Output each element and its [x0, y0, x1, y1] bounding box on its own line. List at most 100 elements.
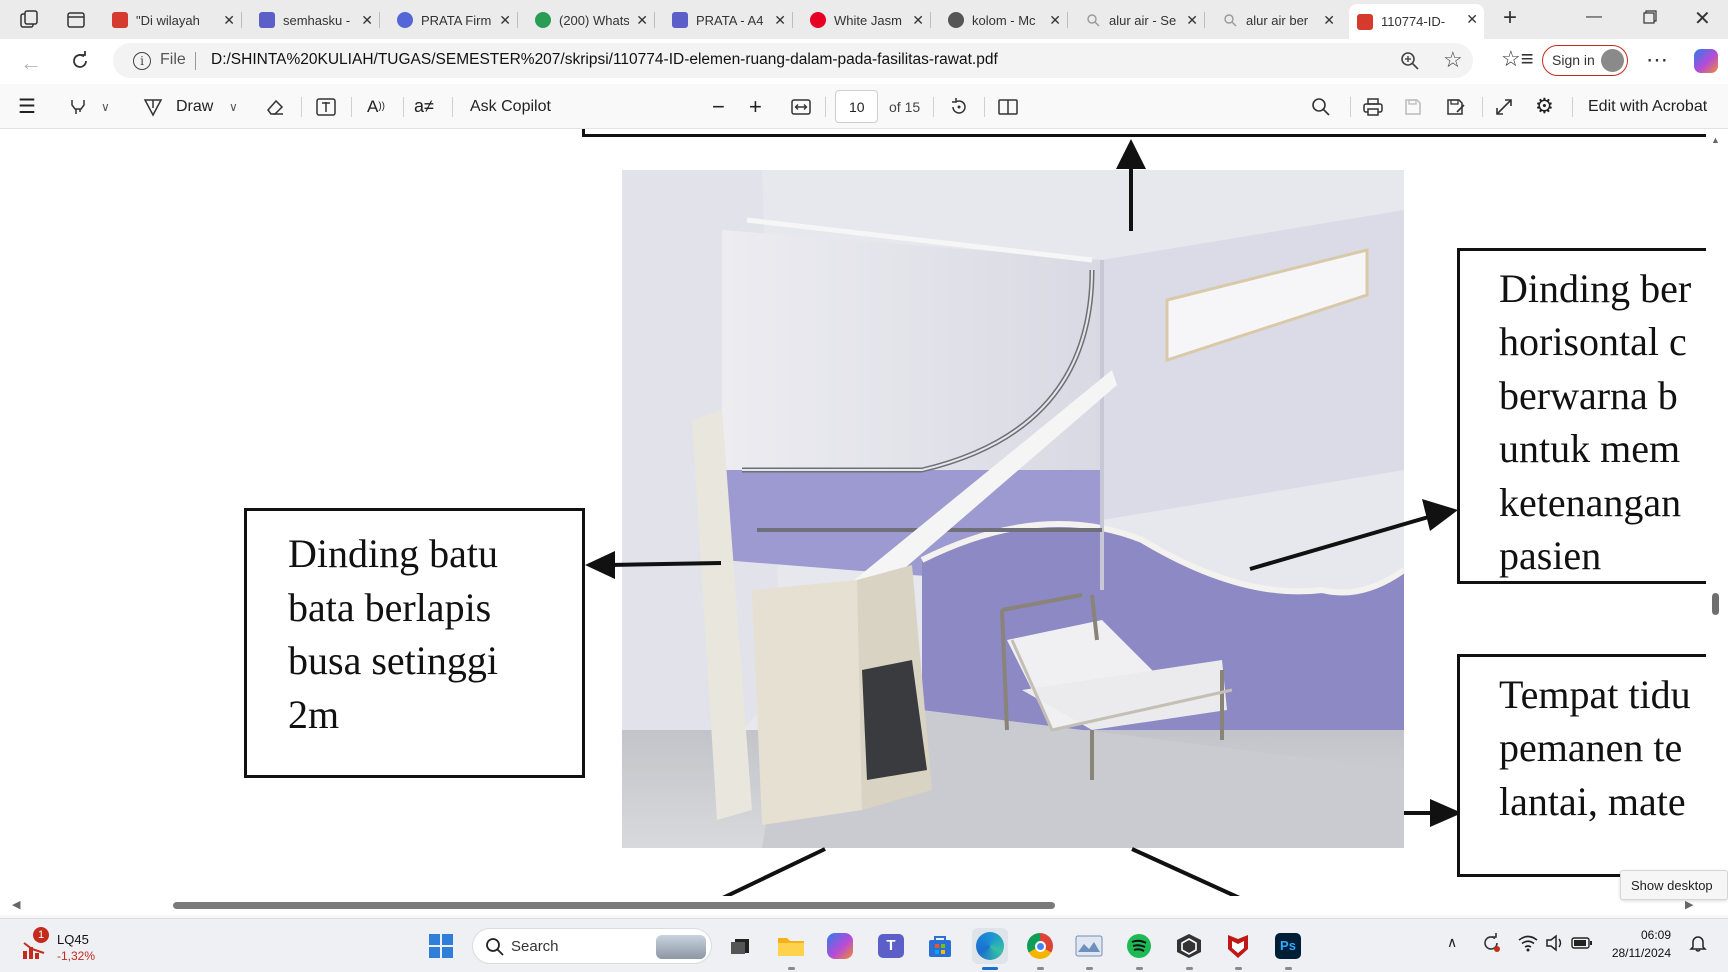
read-aloud-icon[interactable]: A)): [367, 84, 385, 129]
teams-icon[interactable]: T: [873, 928, 909, 964]
mcafee-icon[interactable]: [1220, 928, 1256, 970]
printer-icon: [672, 12, 688, 28]
clock-date[interactable]: 28/11/2024: [1600, 946, 1671, 960]
photos-app-icon[interactable]: [1071, 928, 1107, 970]
close-tab-icon[interactable]: ✕: [636, 12, 648, 29]
close-tab-icon[interactable]: ✕: [912, 12, 924, 29]
tooltip-text: Show desktop: [1631, 878, 1713, 893]
wifi-icon[interactable]: [1518, 934, 1538, 952]
right-annotation-box-1: Dinding ber horisontal c berwarna b untu…: [1457, 248, 1728, 584]
vertical-scroll-thumb[interactable]: [1712, 593, 1719, 615]
favorite-star-icon[interactable]: ☆: [1443, 47, 1463, 73]
battery-icon[interactable]: [1571, 936, 1593, 950]
tab-7[interactable]: kolom - Mc ✕: [940, 5, 1067, 35]
minimize-button[interactable]: —: [1586, 8, 1602, 26]
zoom-icon[interactable]: [1400, 51, 1420, 71]
url-field[interactable]: i File D:/SHINTA%20KULIAH/TUGAS/SEMESTER…: [113, 43, 1473, 78]
sign-in-button[interactable]: Sign in: [1542, 45, 1628, 76]
highlight-dropdown-icon[interactable]: ∨: [101, 84, 110, 129]
copilot-icon[interactable]: [1694, 49, 1718, 73]
spotify-icon[interactable]: [1121, 928, 1157, 970]
favorites-icon[interactable]: ☆≡: [1501, 46, 1534, 72]
edge-browser-icon[interactable]: [972, 928, 1008, 970]
tab-6[interactable]: White Jasm ✕: [802, 5, 930, 35]
draw-icon[interactable]: [142, 84, 164, 129]
refresh-icon[interactable]: [69, 50, 91, 72]
save-as-icon[interactable]: [1445, 84, 1467, 129]
scroll-up-icon[interactable]: ▲: [1711, 135, 1720, 145]
more-options-icon[interactable]: ⋯: [1646, 47, 1669, 73]
tab-4[interactable]: (200) Whats ✕: [527, 5, 654, 35]
notification-bell-icon[interactable]: [1688, 933, 1708, 953]
close-tab-icon[interactable]: ✕: [1466, 11, 1478, 28]
close-tab-icon[interactable]: ✕: [361, 12, 373, 29]
left-box-line-4: 2m: [288, 692, 340, 737]
clock-time[interactable]: 06:09: [1613, 928, 1671, 942]
scroll-left-icon[interactable]: ◀: [12, 898, 20, 911]
url-text[interactable]: D:/SHINTA%20KULIAH/TUGAS/SEMESTER%207/sk…: [211, 51, 998, 69]
show-hidden-icons-icon[interactable]: ∧: [1447, 934, 1457, 951]
fit-width-icon[interactable]: [790, 84, 812, 129]
zoom-out-icon[interactable]: −: [712, 84, 725, 129]
tab-actions-icon[interactable]: [65, 9, 87, 31]
tab-title: White Jasm: [834, 12, 902, 28]
taskbar-search-box[interactable]: Search: [472, 928, 712, 964]
tab-8[interactable]: alur air - Se ✕: [1077, 5, 1204, 35]
sync-icon[interactable]: [1480, 932, 1502, 954]
vertical-scrollbar[interactable]: ▲: [1706, 129, 1728, 901]
restore-button[interactable]: [1643, 10, 1657, 24]
settings-gear-icon[interactable]: ⚙: [1535, 84, 1554, 129]
tab-5[interactable]: PRATA - A4 ✕: [664, 5, 792, 35]
store-icon[interactable]: [922, 928, 958, 964]
tab-3[interactable]: PRATA Firm ✕: [389, 5, 517, 35]
eraser-icon[interactable]: [264, 84, 286, 129]
back-icon[interactable]: ←: [20, 50, 42, 76]
translate-icon[interactable]: a≠: [414, 84, 434, 129]
edit-with-acrobat-button[interactable]: Edit with Acrobat: [1588, 84, 1707, 129]
page-number-input[interactable]: 10: [835, 90, 878, 123]
close-tab-icon[interactable]: ✕: [1186, 12, 1198, 29]
pdf-toolbar: ☰ ∨ Draw ∨ A)) a≠ Ask Copilot − + 10 of …: [0, 84, 1728, 129]
close-tab-icon[interactable]: ✕: [1049, 12, 1061, 29]
sketchup-icon[interactable]: [1171, 928, 1207, 970]
volume-icon[interactable]: [1545, 934, 1565, 952]
file-explorer-icon[interactable]: [773, 928, 809, 970]
rotate-icon[interactable]: [948, 84, 970, 129]
draw-dropdown-icon[interactable]: ∨: [229, 84, 238, 129]
close-tab-icon[interactable]: ✕: [1323, 12, 1335, 29]
workspaces-icon[interactable]: [18, 9, 40, 31]
photoshop-icon[interactable]: Ps: [1270, 928, 1306, 970]
stock-change: -1,32%: [57, 949, 96, 963]
tab-10[interactable]: 110774-ID- ✕: [1349, 4, 1484, 39]
close-window-button[interactable]: ✕: [1694, 6, 1711, 31]
horizontal-scrollbar[interactable]: ◀ ▶: [0, 896, 1706, 915]
horizontal-scroll-thumb[interactable]: [173, 902, 1055, 909]
close-tab-icon[interactable]: ✕: [223, 12, 235, 29]
pdf-viewer[interactable]: Dinding batu bata berlapis busa setinggi…: [0, 129, 1728, 915]
ask-copilot-button[interactable]: Ask Copilot: [470, 84, 551, 129]
page-view-icon[interactable]: [997, 84, 1019, 129]
chrome-icon[interactable]: [1022, 928, 1058, 970]
new-tab-button[interactable]: +: [1497, 6, 1523, 32]
info-icon[interactable]: i: [133, 52, 151, 70]
save-icon[interactable]: [1403, 84, 1423, 129]
tab-9[interactable]: alur air ber ✕: [1214, 5, 1341, 35]
close-tab-icon[interactable]: ✕: [499, 12, 511, 29]
start-button[interactable]: [423, 928, 459, 964]
fullscreen-icon[interactable]: [1494, 84, 1514, 129]
page-number: 10: [849, 99, 865, 115]
draw-button[interactable]: Draw: [176, 84, 213, 129]
close-tab-icon[interactable]: ✕: [774, 12, 786, 29]
task-view-icon[interactable]: [722, 928, 758, 964]
stock-widget[interactable]: 1 LQ45 -1,32%: [20, 927, 110, 967]
copilot-app-icon[interactable]: [822, 928, 858, 964]
print-icon[interactable]: [1362, 84, 1384, 129]
contents-list-icon[interactable]: ☰: [18, 84, 36, 129]
highlight-icon[interactable]: [68, 84, 88, 129]
text-box-icon[interactable]: [315, 84, 337, 129]
tab-2[interactable]: semhasku - ✕: [251, 5, 379, 35]
tab-title: alur air - Se: [1109, 12, 1177, 28]
find-icon[interactable]: [1311, 84, 1331, 129]
zoom-in-icon[interactable]: +: [749, 84, 762, 129]
tab-1[interactable]: "Di wilayah ✕: [104, 5, 241, 35]
